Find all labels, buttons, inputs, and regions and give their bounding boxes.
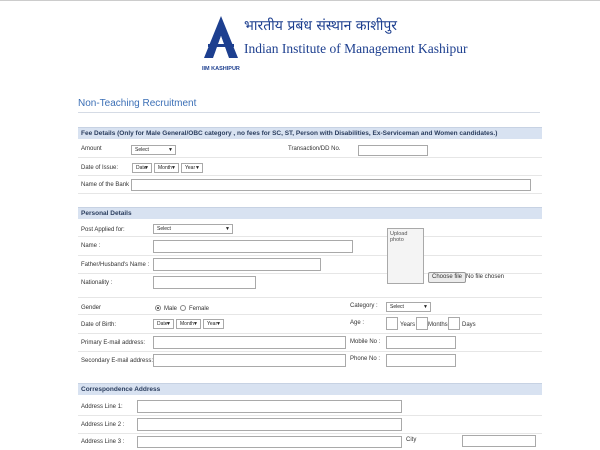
divider bbox=[78, 333, 542, 334]
address-line3-input[interactable] bbox=[137, 436, 402, 448]
page-title: Non-Teaching Recruitment bbox=[78, 98, 197, 109]
father-husband-name-input[interactable] bbox=[153, 258, 321, 271]
divider bbox=[78, 314, 542, 315]
no-file-chosen-text: No file chosen bbox=[466, 274, 505, 280]
secondary-email-input[interactable] bbox=[153, 354, 346, 367]
correspondence-address-heading: Correspondence Address bbox=[78, 383, 542, 395]
title-divider bbox=[78, 112, 540, 113]
dob-month-select[interactable]: Month ▼ bbox=[176, 319, 201, 329]
iim-kashipur-logo: भारतीय प्रबंध संस्थान काशीपुर Indian Ins… bbox=[200, 14, 467, 74]
chevron-down-icon: ▼ bbox=[195, 165, 200, 171]
chevron-down-icon: ▼ bbox=[168, 147, 173, 153]
issue-month-value: Month bbox=[158, 165, 172, 171]
divider bbox=[78, 297, 542, 298]
address-line1-input[interactable] bbox=[137, 400, 402, 413]
address-line3-label: Address Line 3 : bbox=[81, 439, 125, 445]
female-radio[interactable] bbox=[180, 305, 186, 311]
institute-hindi-name: भारतीय प्रबंध संस्थान काशीपुर bbox=[244, 18, 398, 34]
chevron-down-icon: ▼ bbox=[171, 165, 176, 171]
age-years-input[interactable] bbox=[386, 317, 398, 330]
fee-details-heading: Fee Details (Only for Male General/OBC c… bbox=[78, 127, 542, 139]
chevron-down-icon: ▼ bbox=[423, 304, 428, 310]
issue-year-select[interactable]: Year ▼ bbox=[181, 163, 203, 173]
age-label: Age : bbox=[350, 320, 365, 326]
dob-year-select[interactable]: Year ▼ bbox=[203, 319, 224, 329]
divider bbox=[78, 415, 542, 416]
amount-select-value: Select bbox=[135, 147, 149, 153]
chevron-down-icon: ▼ bbox=[225, 226, 230, 232]
mobile-label: Mobile No : bbox=[350, 339, 381, 345]
personal-details-heading: Personal Details bbox=[78, 207, 542, 219]
divider bbox=[78, 255, 542, 256]
post-applied-label: Post Applied for: bbox=[81, 227, 125, 233]
nationality-input[interactable] bbox=[153, 276, 256, 289]
category-select[interactable]: Select ▼ bbox=[386, 302, 431, 312]
logo-emblem-icon bbox=[204, 16, 238, 58]
primary-email-label: Primary E-mail address: bbox=[81, 340, 146, 346]
amount-label: Amount bbox=[81, 146, 102, 152]
chevron-down-icon: ▼ bbox=[216, 321, 221, 327]
institute-english-name: Indian Institute of Management Kashipur bbox=[244, 41, 468, 56]
male-label: Male bbox=[164, 306, 178, 312]
divider bbox=[78, 236, 542, 237]
name-input[interactable] bbox=[153, 240, 353, 253]
post-applied-value: Select bbox=[157, 226, 171, 232]
dob-day-select[interactable]: Date ▼ bbox=[153, 319, 174, 329]
transaction-label: Transaction/DD No. bbox=[288, 146, 341, 152]
days-label: Days bbox=[462, 322, 476, 328]
category-value: Select bbox=[390, 304, 404, 310]
issue-day-select[interactable]: Date ▼ bbox=[132, 163, 152, 173]
address-line2-input[interactable] bbox=[137, 418, 402, 431]
gender-label: Gender bbox=[81, 305, 102, 311]
phone-input[interactable] bbox=[386, 354, 456, 367]
transaction-input[interactable] bbox=[358, 145, 428, 156]
choose-file-button[interactable]: Choose file bbox=[428, 272, 467, 283]
age-days-input[interactable] bbox=[448, 317, 460, 330]
issue-year-value: Year bbox=[185, 165, 196, 171]
chevron-down-icon: ▼ bbox=[166, 321, 171, 327]
address-line2-label: Address Line 2 : bbox=[81, 422, 125, 428]
months-label: Months bbox=[428, 322, 448, 328]
bank-name-label: Name of the Bank bbox=[81, 182, 130, 188]
city-label: City bbox=[406, 437, 417, 443]
chevron-down-icon: ▼ bbox=[193, 321, 198, 327]
city-input[interactable] bbox=[462, 435, 536, 447]
bank-name-input[interactable] bbox=[131, 179, 531, 191]
category-label: Category : bbox=[350, 303, 378, 309]
post-applied-select[interactable]: Select ▼ bbox=[153, 224, 233, 234]
female-label: Female bbox=[189, 306, 210, 312]
amount-select[interactable]: Select ▼ bbox=[131, 145, 176, 155]
dob-month-value: Month bbox=[180, 321, 194, 327]
mobile-input[interactable] bbox=[386, 336, 456, 349]
dob-label: Date of Birth: bbox=[81, 322, 117, 328]
address-line1-label: Address Line 1: bbox=[81, 404, 123, 410]
divider bbox=[78, 351, 542, 352]
divider bbox=[78, 433, 542, 434]
male-radio[interactable] bbox=[155, 305, 161, 311]
chevron-down-icon: ▼ bbox=[144, 165, 149, 171]
issue-month-select[interactable]: Month ▼ bbox=[154, 163, 179, 173]
name-label: Name : bbox=[81, 243, 101, 249]
secondary-email-label: Secondary E-mail address: bbox=[81, 358, 154, 364]
nationality-label: Nationality : bbox=[81, 280, 113, 286]
date-of-issue-label: Date of Issue: bbox=[81, 165, 119, 171]
primary-email-input[interactable] bbox=[153, 336, 346, 349]
phone-label: Phone No : bbox=[350, 356, 381, 362]
photo-preview: Upload photo bbox=[387, 228, 424, 284]
father-husband-name-label: Father/Husband's Name : bbox=[81, 262, 150, 268]
age-months-input[interactable] bbox=[416, 317, 428, 330]
years-label: Years bbox=[400, 322, 416, 328]
logo-caption: IIM KASHIPUR bbox=[202, 66, 240, 72]
top-border bbox=[0, 0, 600, 1]
